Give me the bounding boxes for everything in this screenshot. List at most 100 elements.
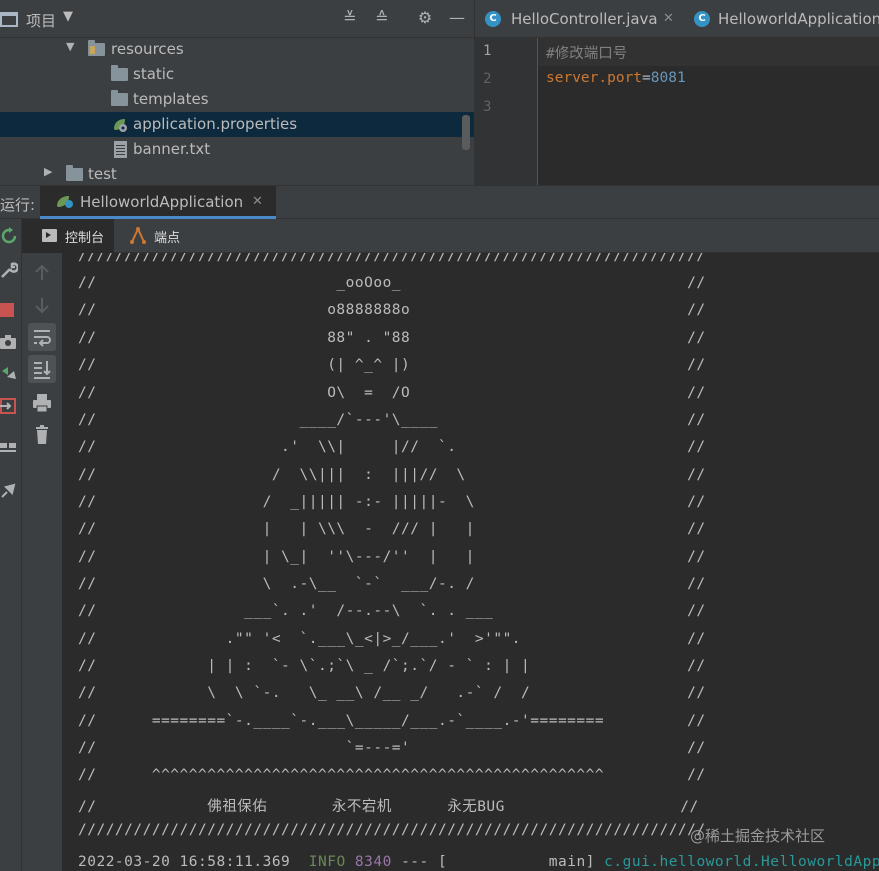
exit-icon[interactable] xyxy=(0,397,18,415)
tab-console[interactable]: 控制台 xyxy=(22,219,114,253)
run-label: 运行: xyxy=(0,196,36,214)
console-line: // o8888888o // xyxy=(78,302,706,318)
pin-icon[interactable] xyxy=(0,481,18,499)
console-line: // \ .-\__ `-` ___/-. / // xyxy=(78,576,706,592)
endpoints-icon[interactable] xyxy=(130,227,146,244)
console-line: // `=---=' // xyxy=(78,740,706,756)
tree-item-label: templates xyxy=(133,90,209,108)
run-left-toolbar xyxy=(0,219,22,871)
tree-item-application-properties[interactable]: application.properties xyxy=(0,112,474,137)
tab-hello-controller[interactable]: C HelloController.java ✕ xyxy=(485,0,690,37)
log-pid: 8340 xyxy=(354,854,392,870)
resources-folder-icon xyxy=(88,40,105,56)
scroll-to-end-icon[interactable] xyxy=(28,355,56,383)
log-level: INFO xyxy=(308,854,346,870)
console-line: // \ \ `-. \_ __\ /__ _/ .-` / / // xyxy=(78,685,706,701)
code-comment: #修改端口号 xyxy=(546,46,628,62)
arrow-down-icon[interactable] xyxy=(28,291,56,319)
console-line: // ____/`---'\____ // xyxy=(78,412,706,428)
editor: C HelloController.java ✕ C HelloworldApp… xyxy=(474,0,879,185)
console-line: // | \_| ''\---/'' | | // xyxy=(78,549,706,565)
tab-label: HelloController.java xyxy=(511,10,658,28)
close-icon[interactable]: ✕ xyxy=(252,194,263,209)
spring-properties-icon xyxy=(114,119,127,132)
arrow-up-icon[interactable] xyxy=(28,259,56,287)
console-line: // ."" '< `.___\_<|>_/___.' >'"". // xyxy=(78,631,706,647)
project-header: 项目 ▼ ≚ ≙ ⚙ — xyxy=(0,0,474,38)
tab-console-label: 控制台 xyxy=(65,231,105,246)
restore-layout-icon[interactable] xyxy=(0,365,18,383)
code-line-2[interactable]: server.port=8081 xyxy=(546,70,686,86)
property-value: 8081 xyxy=(650,70,686,86)
tree-scrollbar[interactable] xyxy=(462,115,470,150)
project-window-icon xyxy=(0,12,18,27)
log-separator: --- xyxy=(401,854,429,870)
console-line: // .' \\| |// `. // xyxy=(78,439,706,455)
camera-icon[interactable] xyxy=(0,333,18,351)
console-output[interactable]: ////////////////////////////////////////… xyxy=(62,253,879,871)
console-line: // | | : `- \`.;`\ _ /`;.`/ - ` : | | // xyxy=(78,658,706,674)
hide-panel-icon[interactable]: — xyxy=(446,7,468,29)
tab-endpoints-label[interactable]: 端点 xyxy=(154,227,180,246)
property-key: server.port xyxy=(546,70,643,86)
console-icon xyxy=(42,229,57,242)
project-title[interactable]: 项目 xyxy=(26,10,56,31)
close-icon[interactable]: ✕ xyxy=(663,11,674,26)
line-number: 1 xyxy=(483,43,492,59)
console-line: // ========`-.____`-.___\_____/___.-`___… xyxy=(78,713,706,729)
collapse-all-icon[interactable]: ≙ xyxy=(371,7,393,29)
log-timestamp: 2022-03-20 16:58:11.369 xyxy=(78,854,291,870)
layout-icon[interactable] xyxy=(0,439,18,457)
tree-item-templates[interactable]: templates xyxy=(0,87,474,112)
run-tab-helloworld[interactable]: HelloworldApplication ✕ xyxy=(40,186,276,219)
console-line: // (| ^_^ |) // xyxy=(78,357,706,373)
stop-icon[interactable] xyxy=(0,303,14,317)
spring-run-icon xyxy=(57,196,73,208)
console-line: // 88" . "88 // xyxy=(78,330,706,346)
run-tab-label: HelloworldApplication xyxy=(80,193,244,211)
tab-label: HelloworldApplication xyxy=(718,10,879,28)
chevron-right-icon[interactable]: ▶ xyxy=(44,165,52,178)
console-line: // _ooOoo_ // xyxy=(78,275,706,291)
console-actions-toolbar xyxy=(22,253,62,871)
tree-item-label: resources xyxy=(111,40,184,58)
run-header: 运行: HelloworldApplication ✕ xyxy=(0,185,879,219)
trash-icon[interactable] xyxy=(28,421,56,449)
console-line: // O\ = /O // xyxy=(78,385,706,401)
gear-icon[interactable]: ⚙ xyxy=(414,7,436,29)
editor-tabs: C HelloController.java ✕ C HelloworldApp… xyxy=(475,0,879,38)
code-line-1[interactable]: #修改端口号 xyxy=(546,42,627,63)
java-class-icon: C xyxy=(485,11,501,27)
tree-item-test[interactable]: ▶ test xyxy=(0,162,474,187)
watermark: @稀土掘金技术社区 xyxy=(690,827,826,845)
console-line: // 佛祖保佑 永不宕机 永无BUG // xyxy=(78,799,699,815)
folder-icon xyxy=(111,90,128,106)
project-panel: 项目 ▼ ≚ ≙ ⚙ — ▼ resources static template… xyxy=(0,0,474,185)
chevron-down-icon[interactable]: ▼ xyxy=(63,9,73,24)
log-thread: [ main] xyxy=(438,854,595,870)
spring-class-icon: C xyxy=(694,11,710,27)
expand-all-icon[interactable]: ≚ xyxy=(339,7,361,29)
line-number: 3 xyxy=(483,99,492,115)
console-line: // ^^^^^^^^^^^^^^^^^^^^^^^^^^^^^^^^^^^^^… xyxy=(78,767,706,783)
soft-wrap-icon[interactable] xyxy=(28,323,56,351)
tab-helloworld-application[interactable]: C HelloworldApplication xyxy=(694,0,879,37)
text-file-icon xyxy=(114,141,127,158)
console-line: // / \\||| : |||// \ // xyxy=(78,467,706,483)
tree-item-label: application.properties xyxy=(133,115,298,133)
print-icon[interactable] xyxy=(28,389,56,417)
chevron-down-icon[interactable]: ▼ xyxy=(66,40,74,53)
wrench-icon[interactable] xyxy=(0,261,18,279)
tree-item-banner-txt[interactable]: banner.txt xyxy=(0,137,474,162)
console-line: // | | \\\ - /// | | // xyxy=(78,521,706,537)
tree-item-resources[interactable]: ▼ resources xyxy=(0,37,474,62)
rerun-icon[interactable] xyxy=(0,227,18,245)
tree-item-static[interactable]: static xyxy=(0,62,474,87)
console-line: // / _||||| -:- |||||- \ // xyxy=(78,494,706,510)
tree-item-label: static xyxy=(133,65,175,83)
line-number-gutter: 1 2 3 xyxy=(475,38,538,185)
console-line: // ___`. .' /--.--\ `. . ___ // xyxy=(78,603,706,619)
log-logger: c.gui.helloworld.HelloworldApplication xyxy=(604,854,879,870)
run-sub-toolbar: 控制台 端点 xyxy=(22,219,879,253)
property-equals: = xyxy=(642,70,651,86)
